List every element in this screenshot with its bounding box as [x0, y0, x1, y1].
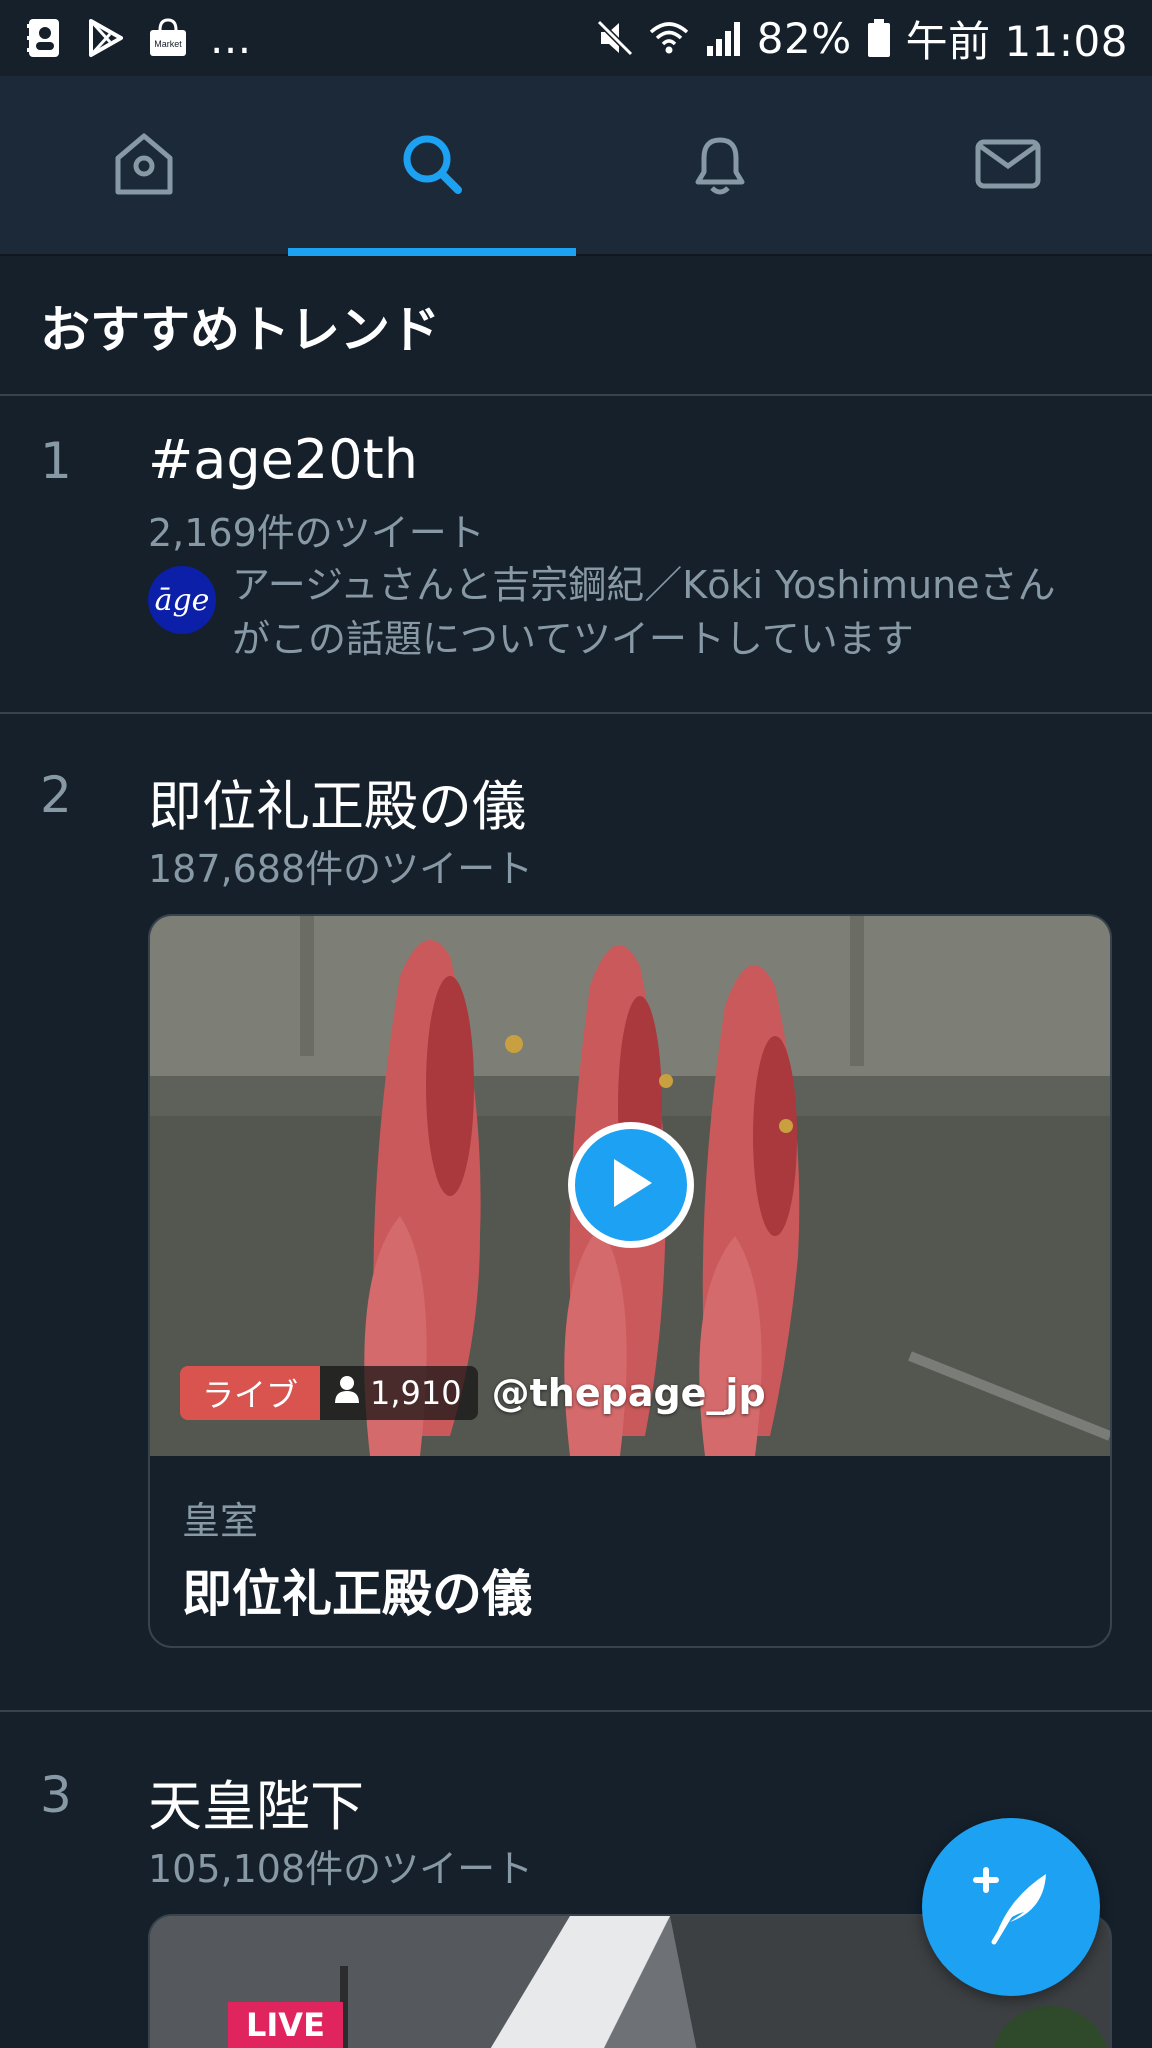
- video-thumbnail[interactable]: ライブ 1,910 @thepage_jp: [150, 916, 1110, 1456]
- live-badge: ライブ: [180, 1366, 321, 1420]
- mail-icon: [972, 128, 1044, 204]
- status-bar-notifications: Market ...: [24, 14, 595, 63]
- live-video-card[interactable]: ライブ 1,910 @thepage_jp 皇室 即位礼正殿の儀: [148, 914, 1112, 1648]
- battery-icon: [866, 18, 892, 58]
- trend-rank: 3: [40, 1766, 72, 1824]
- market-label: Market: [154, 39, 182, 49]
- viewer-count-badge: 1,910: [320, 1366, 478, 1420]
- card-category: 皇室: [182, 1499, 259, 1543]
- broadcaster-handle[interactable]: @thepage_jp: [492, 1371, 766, 1415]
- compose-feather-icon: [966, 1860, 1056, 1954]
- signal-icon: [703, 18, 743, 58]
- trend-item[interactable]: 1 #age20th 2,169件のツイート āge アージュさんと吉宗鋼紀／K…: [0, 398, 1152, 714]
- avatar-text: āge: [154, 582, 210, 618]
- market-notification-icon: Market: [148, 18, 188, 58]
- clock: 午前 11:08: [905, 16, 1128, 66]
- trend-rank: 1: [40, 432, 72, 490]
- wifi-icon: [649, 18, 689, 58]
- home-icon: [108, 128, 180, 204]
- battery-percent: 82%: [756, 13, 852, 63]
- trend-tweet-count: 2,169件のツイート: [148, 511, 485, 555]
- viewer-count: 1,910: [370, 1374, 462, 1412]
- trend-title: 天皇陛下: [148, 1775, 364, 1838]
- card-title: 即位礼正殿の儀: [182, 1565, 532, 1623]
- more-notifications: ...: [210, 13, 252, 63]
- compose-tweet-button[interactable]: [922, 1818, 1100, 1996]
- search-icon: [396, 128, 468, 204]
- trend-rank: 2: [40, 766, 72, 824]
- trend-item[interactable]: 2 即位礼正殿の儀 187,688件のツイート ライブ 1,910 @thepa…: [0, 716, 1152, 1712]
- avatar: āge: [148, 566, 216, 634]
- trend-title: #age20th: [148, 428, 418, 491]
- play-button[interactable]: [568, 1122, 694, 1248]
- tab-bar: [0, 76, 1152, 256]
- play-icon: [606, 1155, 656, 1215]
- tab-home[interactable]: [0, 76, 288, 256]
- play-store-notification-icon: [86, 18, 126, 58]
- contacts-notification-icon: [24, 18, 64, 58]
- page-title: おすすめトレンド: [40, 301, 440, 359]
- trend-tweet-count: 187,688件のツイート: [148, 847, 534, 891]
- bell-icon: [684, 128, 756, 204]
- tab-notifications[interactable]: [576, 76, 864, 256]
- live-badge: LIVE: [228, 2002, 343, 2048]
- status-bar-system: 82% 午前 11:08: [595, 8, 1128, 69]
- trend-title: 即位礼正殿の儀: [148, 775, 526, 838]
- mute-icon: [595, 18, 635, 58]
- live-info: ライブ 1,910 @thepage_jp: [180, 1366, 766, 1420]
- social-context: アージュさんと吉宗鋼紀／Kōki Yoshimuneさんがこの話題についてツイー…: [232, 563, 1056, 661]
- person-icon: [334, 1374, 360, 1412]
- tab-search[interactable]: [288, 76, 576, 256]
- status-bar: Market ... 82% 午前 11:08: [0, 0, 1152, 76]
- tab-messages[interactable]: [864, 76, 1152, 256]
- trends-header: おすすめトレンド: [0, 258, 1152, 396]
- trend-tweet-count: 105,108件のツイート: [148, 1847, 534, 1891]
